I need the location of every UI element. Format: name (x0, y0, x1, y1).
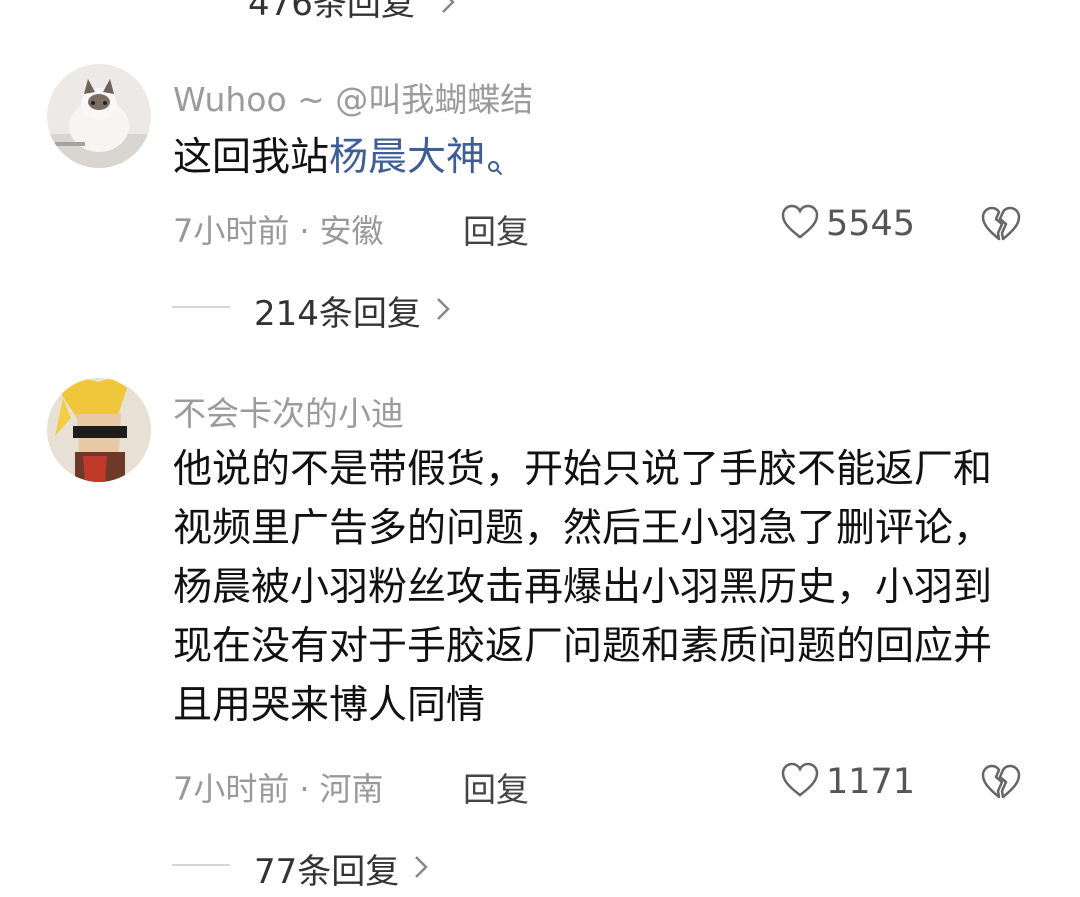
replies-count-label: 214条回复 (254, 294, 421, 334)
replies-divider (172, 864, 230, 866)
search-topic-link[interactable]: 杨晨大神 (329, 135, 485, 180)
comment-text-prefix: 这回我站 (173, 135, 330, 180)
like-count: 1171 (826, 762, 916, 802)
heart-outline-icon (780, 761, 820, 803)
like-button[interactable]: 5545 (780, 203, 915, 245)
reply-button[interactable]: 回复 (463, 763, 529, 811)
comment-time: 7小时前 (173, 212, 290, 250)
previous-replies-label: 476条回复 (248, 0, 415, 24)
replies-count-label: 77条回复 (254, 852, 400, 892)
like-button[interactable]: 1171 (780, 761, 915, 803)
comment-meta: 7小时前 · 河南 (173, 764, 384, 810)
chevron-right-icon (435, 291, 451, 331)
broken-heart-icon (980, 206, 1022, 247)
comment-location: 河南 (319, 770, 384, 808)
like-count: 5545 (826, 204, 916, 244)
heart-outline-icon (780, 203, 820, 245)
avatar[interactable] (47, 378, 151, 482)
reply-button[interactable]: 回复 (463, 205, 529, 253)
comment-time: 7小时前 (173, 770, 290, 808)
previous-replies-link[interactable]: 476条回复 (248, 0, 456, 25)
search-icon[interactable] (487, 134, 503, 193)
meta-separator: · (299, 212, 310, 250)
comment-author[interactable]: Wuhoo ~ @叫我蝴蝶结 (173, 73, 533, 121)
broken-heart-icon (980, 764, 1022, 805)
comment-author[interactable]: 不会卡次的小迪 (173, 387, 404, 435)
comment-location: 安徽 (319, 212, 384, 250)
dislike-button[interactable] (980, 205, 1022, 247)
chevron-right-icon (413, 849, 429, 889)
dislike-button[interactable] (980, 763, 1022, 805)
comment-text: 这回我站杨晨大神 (173, 128, 503, 193)
chevron-right-icon (440, 0, 456, 23)
avatar[interactable] (47, 64, 151, 168)
view-replies-link[interactable]: 77条回复 (254, 844, 429, 893)
comment-text: 他说的不是带假货，开始只说了手胶不能返厂和视频里广告多的问题，然后王小羽急了删评… (173, 447, 993, 728)
meta-separator: · (299, 770, 310, 808)
replies-divider (172, 306, 230, 308)
view-replies-link[interactable]: 214条回复 (254, 286, 451, 335)
comment-meta: 7小时前 · 安徽 (173, 206, 384, 252)
